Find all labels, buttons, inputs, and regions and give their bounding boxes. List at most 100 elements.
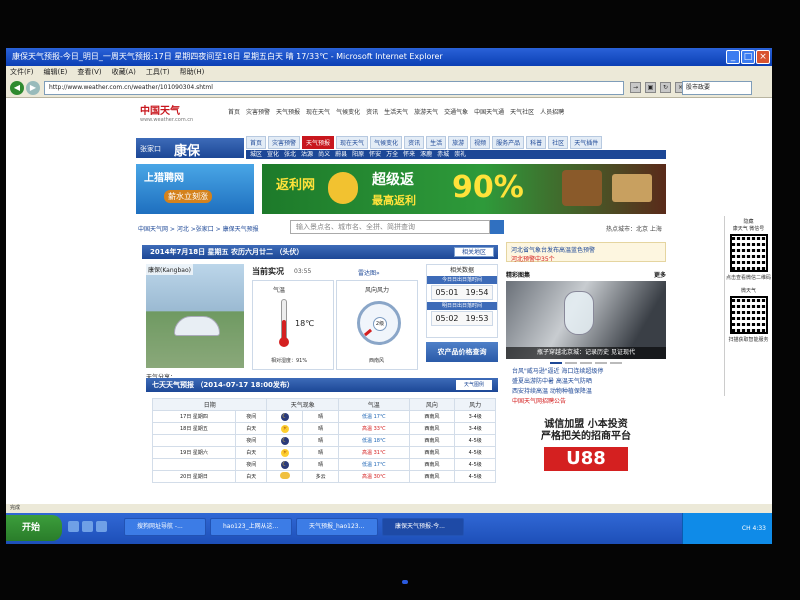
address-toolbar: ◀ ▶ http://www.weather.com.cn/weather/10… [6, 78, 772, 98]
right-column: 河北省气象台发布高温蓝色预警 河北预警中35个 精彩图集 更多 瓶子穿越北京城：记… [506, 242, 666, 471]
breadcrumb[interactable]: 中国天气网 > 河北 >张家口 > 康保天气预报 [138, 224, 259, 233]
subcity-link[interactable]: 赤城 [437, 150, 449, 159]
menu-file[interactable]: 文件(F) [10, 66, 34, 78]
close-button[interactable]: × [756, 50, 770, 64]
tab[interactable]: 天气插件 [570, 136, 603, 149]
franchise-ad[interactable]: 诚信加盟 小本投资 严格把关的招商平台 U88 [506, 419, 666, 471]
refresh-icon[interactable]: ↻ [660, 82, 671, 93]
temp-label: 气温 [273, 287, 286, 294]
toplink[interactable]: 中国天气通 [474, 107, 504, 116]
province-label[interactable]: 张家口 [140, 144, 161, 154]
news-item[interactable]: 盛夏出游防中暑 高温天气防晒 [512, 377, 666, 387]
city-search-input[interactable]: 输入景点名、城市名、全拼、简拼查询 [290, 220, 490, 234]
subcity-link[interactable]: 城区 [250, 150, 262, 159]
toplink[interactable]: 交通气象 [444, 107, 468, 116]
table-row: 夜间 ☾ 晴低温 17℃ 西南风 4-5级 [152, 458, 496, 471]
ad-banner-right[interactable]: 返利网 超级返 最高返利 90% [262, 164, 666, 214]
thermometer-icon [279, 299, 289, 347]
subcity-link[interactable]: 蔚县 [335, 150, 347, 159]
toplink[interactable]: 灾害预警 [246, 107, 270, 116]
toplink[interactable]: 现在天气 [306, 107, 330, 116]
toplink[interactable]: 天气社区 [510, 107, 534, 116]
news-item[interactable]: 中国天气网招聘公告 [512, 397, 666, 407]
seven-day-header: 七天天气预报 （2014-07-17 18:00发布） [146, 378, 498, 392]
tab[interactable]: 科普 [526, 136, 547, 149]
system-tray-clock[interactable]: CH 4:33 [682, 513, 772, 544]
toplink[interactable]: 旅游天气 [414, 107, 438, 116]
menu-view[interactable]: 查看(V) [77, 66, 101, 78]
radar-link[interactable]: 雷达图» [358, 268, 380, 277]
warning-box[interactable]: 河北省气象台发布高温蓝色预警 河北预警中35个 [506, 242, 666, 263]
start-button[interactable]: 开始 [6, 515, 62, 541]
side-hide-button[interactable]: 隐藏 [725, 218, 772, 225]
forward-arrow-icon[interactable]: ▶ [26, 81, 40, 95]
toplink[interactable]: 气候变化 [336, 107, 360, 116]
desc-cell: 多云 [302, 470, 340, 483]
legend-button[interactable]: 天气图例 [456, 380, 492, 390]
menu-edit[interactable]: 编辑(E) [44, 66, 68, 78]
menu-favorites[interactable]: 收藏(A) [112, 66, 136, 78]
tab[interactable]: 社区 [548, 136, 569, 149]
weather-icon: ☾ [266, 410, 304, 423]
search-button[interactable] [490, 220, 504, 234]
maximize-button[interactable]: □ [741, 50, 755, 64]
subcity-link[interactable]: 宣化 [267, 150, 279, 159]
window-titlebar[interactable]: 康保天气预报-今日_明日_一周天气预报:17日 星期四夜间至18日 星期五白天 … [6, 48, 772, 66]
tab[interactable]: 生活 [426, 136, 447, 149]
subcity-link[interactable]: 怀安 [369, 150, 381, 159]
nearby-select[interactable]: 相关地区 [454, 247, 494, 257]
toplink[interactable]: 生活天气 [384, 107, 408, 116]
toplink[interactable]: 资讯 [366, 107, 378, 116]
wind-dir-cell: 西南风 [408, 410, 456, 423]
subcity-link[interactable]: 沽源 [301, 150, 313, 159]
news-item[interactable]: 西安持续高温 动物种植保降温 [512, 387, 666, 397]
site-logo[interactable]: 中国天气 www.weather.com.cn [140, 102, 193, 123]
toplink[interactable]: 天气预报 [276, 107, 300, 116]
compat-icon[interactable]: ▣ [645, 82, 656, 93]
tab[interactable]: 气候变化 [370, 136, 403, 149]
desktop-icon[interactable] [82, 521, 93, 532]
subcity-link[interactable]: 涿鹿 [420, 150, 432, 159]
taskbar-item-active[interactable]: 康保天气预报-今... [382, 518, 464, 536]
news-list: 台风"威马逊"逼近 海口连续超级停 盛夏出游防中暑 高温天气防晒 西安持续高温 … [506, 367, 666, 407]
city-label: 康保 [174, 144, 201, 159]
subcity-link[interactable]: 怀来 [403, 150, 415, 159]
hot-cities[interactable]: 热点城市：北京 上海 [606, 224, 662, 233]
monitor-power-led [402, 580, 408, 584]
tab-active[interactable]: 天气预报 [302, 136, 335, 149]
agri-price-button[interactable]: 农产品价格查询 [426, 342, 498, 362]
gallery-more-link[interactable]: 更多 [654, 270, 666, 279]
subcity-link[interactable]: 崇礼 [454, 150, 466, 159]
menu-tools[interactable]: 工具(T) [146, 66, 170, 78]
back-arrow-icon[interactable]: ◀ [10, 81, 24, 95]
tab[interactable]: 服务产品 [492, 136, 525, 149]
address-input[interactable]: http://www.weather.com.cn/weather/101090… [44, 81, 624, 95]
news-item[interactable]: 台风"威马逊"逼近 海口连续超级停 [512, 367, 666, 377]
tab[interactable]: 资讯 [404, 136, 425, 149]
tab[interactable]: 旅游 [448, 136, 469, 149]
date-bar: 2014年7月18日 星期五 农历六月廿二 （头伏） [142, 245, 498, 259]
tab[interactable]: 灾害预警 [268, 136, 301, 149]
subcity-link[interactable]: 万全 [386, 150, 398, 159]
carousel-dots[interactable] [506, 362, 666, 364]
wind-compass-icon: 2级 [357, 301, 401, 345]
ie-icon[interactable] [68, 521, 79, 532]
minimize-button[interactable]: _ [726, 50, 740, 64]
subcity-link[interactable]: 张北 [284, 150, 296, 159]
ie-search-input[interactable]: 股市政要 [682, 81, 752, 95]
subcity-link[interactable]: 阳原 [352, 150, 364, 159]
taskbar-item[interactable]: 天气预报_hao123... [296, 518, 378, 536]
toplink[interactable]: 人员招聘 [540, 107, 564, 116]
tab[interactable]: 首页 [246, 136, 267, 149]
toplink[interactable]: 首页 [228, 107, 240, 116]
tab[interactable]: 现在天气 [336, 136, 369, 149]
menu-help[interactable]: 帮助(H) [180, 66, 205, 78]
taskbar-item[interactable]: hao123_上网从这... [210, 518, 292, 536]
ad-banner-left[interactable]: 上猎聘网 薪水立刻涨 [136, 164, 254, 214]
media-icon[interactable] [96, 521, 107, 532]
go-icon[interactable]: → [630, 82, 641, 93]
tab[interactable]: 视频 [470, 136, 491, 149]
subcity-link[interactable]: 尚义 [318, 150, 330, 159]
taskbar-item[interactable]: 搜狗网址导航 -... [124, 518, 206, 536]
gallery-image[interactable]: 瓶子穿越北京城：记录历史 见证现代 [506, 281, 666, 359]
